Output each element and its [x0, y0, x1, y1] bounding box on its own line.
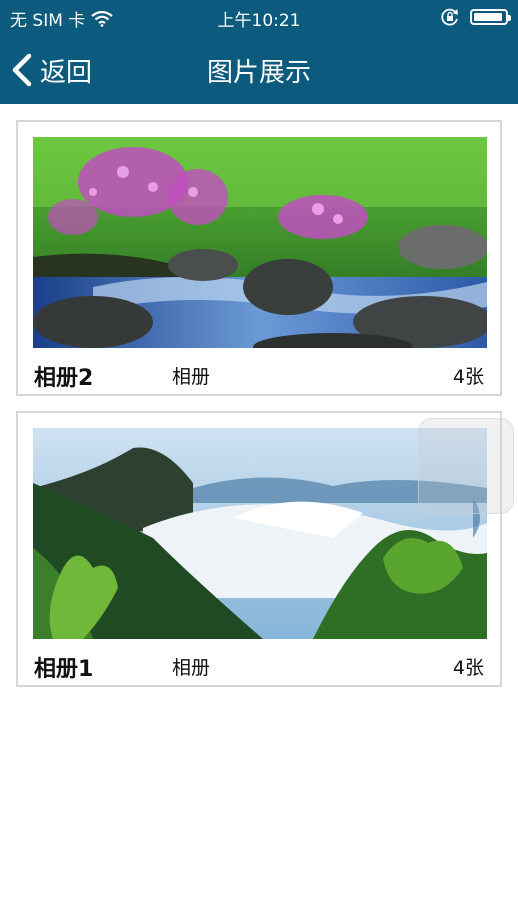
- top-bar: 无 SIM 卡 上午10:21 返回 图片展示: [0, 0, 518, 104]
- album-name: 相册2: [34, 366, 94, 391]
- album-count: 4张: [452, 366, 484, 388]
- album-card[interactable]: 相册2 相册 4张: [16, 120, 502, 396]
- album-type: 相册: [172, 657, 211, 679]
- battery-icon: [470, 9, 511, 25]
- album-type: 相册: [172, 366, 211, 388]
- album-name: 相册1: [34, 657, 94, 682]
- album-count: 4张: [452, 657, 484, 679]
- status-bar: 无 SIM 卡 上午10:21: [0, 0, 518, 34]
- navigation-bar: 返回 图片展示: [0, 34, 518, 104]
- status-right-group: [440, 7, 511, 27]
- page-title: 图片展示: [206, 58, 311, 88]
- rotation-lock-icon: [441, 8, 459, 26]
- album-photo-river[interactable]: [33, 137, 487, 348]
- assistive-touch-button[interactable]: [418, 418, 514, 514]
